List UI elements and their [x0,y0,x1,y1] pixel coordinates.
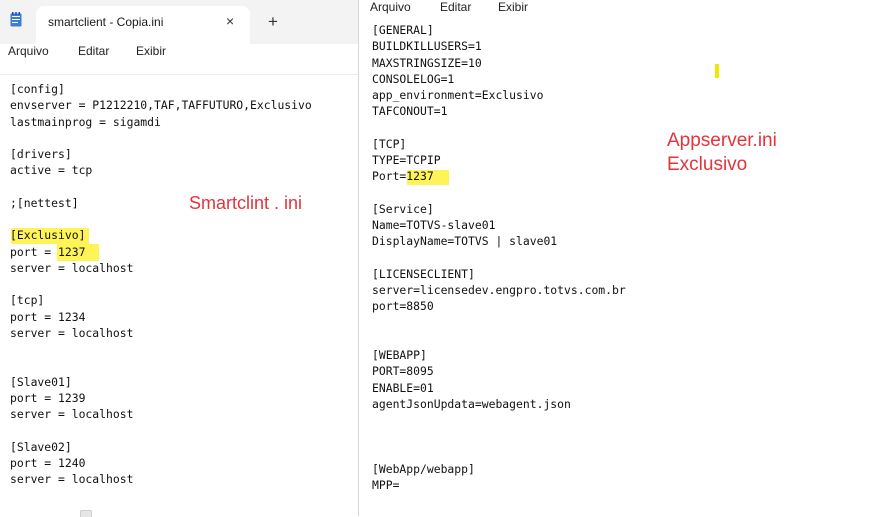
menu-editar-right[interactable]: Editar [440,0,471,14]
menu-arquivo[interactable]: Arquivo [8,44,49,58]
menu-exibir-right[interactable]: Exibir [498,0,528,14]
menu-arquivo-right[interactable]: Arquivo [370,0,411,14]
menu-bar: Arquivo Editar Exibir [0,44,358,75]
menu-exibir[interactable]: Exibir [136,44,166,58]
notepad-window-smartclient: smartclient - Copia.ini × + Arquivo Edit… [0,0,358,517]
notepad-icon [10,12,22,27]
notepad-window-appserver: Arquivo Editar Exibir [GENERAL] BUILDKIL… [359,0,886,516]
annotation-appserver-line2: Exclusivo [667,154,748,175]
close-tab-icon[interactable]: × [226,13,234,29]
menu-editar[interactable]: Editar [78,44,109,58]
tab-smartclient-copia[interactable]: smartclient - Copia.ini × [36,6,250,44]
text-editor-content[interactable]: [config] envserver = P1212210,TAF,TAFFUT… [10,81,312,487]
yellow-mark [715,64,719,78]
title-bar: smartclient - Copia.ini × + [0,0,358,44]
menu-bar-right: Arquivo Editar Exibir [359,0,886,18]
annotation-appserver-line1: Appserver.ini [667,130,777,151]
text-editor-content-right[interactable]: [GENERAL] BUILDKILLUSERS=1 MAXSTRINGSIZE… [372,22,626,493]
annotation-appserver-label: Appserver.ini Exclusivo [667,129,777,177]
annotation-smartclient-label: Smartclint . ini [189,193,303,213]
new-tab-icon[interactable]: + [268,12,278,32]
tab-title: smartclient - Copia.ini [48,15,164,29]
